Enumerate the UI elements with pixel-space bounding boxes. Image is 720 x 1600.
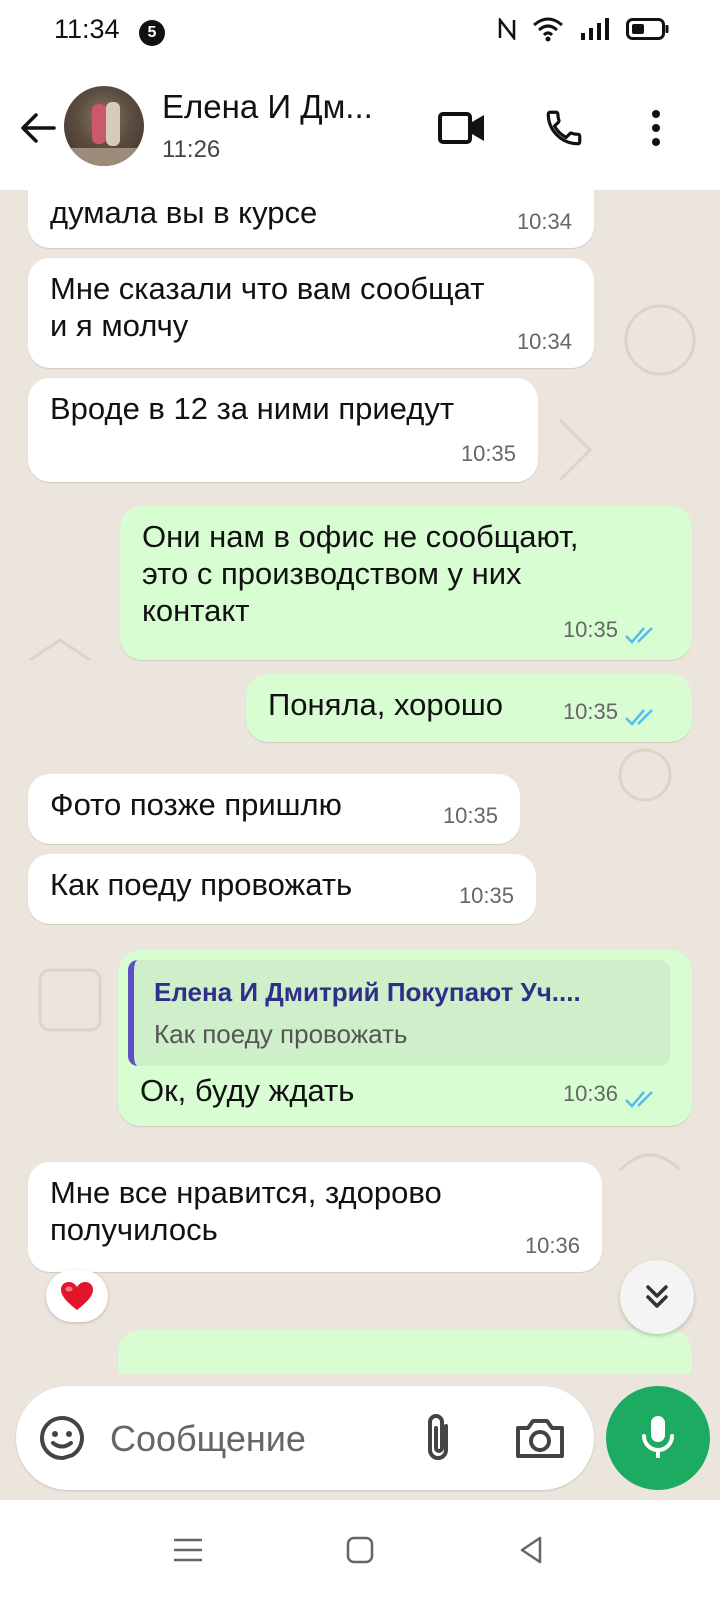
heart-emoji <box>61 1282 93 1310</box>
message-text: Мне сказали что вам сообщат и я молчу <box>50 271 485 343</box>
message-time: 10:34 <box>516 209 572 234</box>
chat-header: Елена И Дм... 11:26 <box>0 66 720 191</box>
camera-icon[interactable] <box>512 1412 568 1464</box>
message-text: Мне все нравится, здорово получилось <box>50 1175 442 1247</box>
status-icons <box>498 16 670 42</box>
message-time: 10:35 <box>442 803 498 828</box>
notification-badge: 5 <box>139 20 165 46</box>
more-options-button[interactable] <box>630 102 682 154</box>
message-time: 10:36 <box>562 1081 618 1106</box>
message-text: Как поеду провожать <box>50 867 353 902</box>
message-text: думала вы в курсе <box>50 195 318 230</box>
message-bubble-incoming[interactable]: Фото позже пришлю 10:35 <box>28 774 520 844</box>
status-bar: 11:34 5 <box>0 0 720 66</box>
last-seen: 11:26 <box>162 136 221 163</box>
paperclip-icon[interactable] <box>416 1410 460 1466</box>
message-time: 10:35 <box>458 883 514 908</box>
phone-icon <box>546 110 582 146</box>
voice-call-button[interactable] <box>538 102 590 154</box>
message-reaction[interactable] <box>46 1270 108 1322</box>
double-check-icon <box>625 709 653 726</box>
message-bubble-outgoing-partial[interactable] <box>118 1330 692 1374</box>
double-check-icon <box>625 627 653 644</box>
double-check-icon <box>625 1091 653 1108</box>
battery-icon <box>626 18 669 40</box>
message-bubble-outgoing[interactable]: Поняла, хорошо 10:35 <box>246 674 692 742</box>
message-input[interactable] <box>108 1410 392 1468</box>
more-vert-icon <box>652 110 660 146</box>
wifi-icon <box>533 17 563 42</box>
back-arrow-icon[interactable] <box>16 106 60 150</box>
message-bubble-incoming[interactable]: Мне все нравится, здорово получилось 10:… <box>28 1162 602 1272</box>
message-time: 10:35 <box>562 699 618 724</box>
chevron-double-down-icon <box>646 1285 668 1308</box>
voice-record-button[interactable] <box>606 1386 710 1490</box>
message-bubble-incoming[interactable]: думала вы в курсе 10:34 <box>28 190 594 248</box>
recents-icon[interactable] <box>168 1530 208 1570</box>
sticker-icon[interactable] <box>36 1412 88 1464</box>
message-bubble-outgoing[interactable]: Они нам в офис не сообщают, это с произв… <box>120 506 692 660</box>
back-nav-icon[interactable] <box>512 1530 552 1570</box>
message-text: Ок, буду ждать <box>140 1073 355 1108</box>
status-time: 11:34 <box>54 14 120 44</box>
signal-icon <box>581 18 609 40</box>
message-bubble-outgoing[interactable]: Елена И Дмитрий Покупают Уч.... Как поед… <box>118 950 692 1126</box>
message-time: 10:35 <box>562 617 618 642</box>
video-call-button[interactable] <box>436 102 488 154</box>
quoted-text: Как поеду провожать <box>154 1019 408 1049</box>
system-nav-bar <box>0 1500 720 1600</box>
message-text: Фото позже пришлю <box>50 787 342 822</box>
composer <box>16 1386 594 1490</box>
message-text: Вроде в 12 за ними приедут <box>50 391 455 426</box>
mic-icon <box>642 1416 674 1458</box>
message-bubble-incoming[interactable]: Как поеду провожать 10:35 <box>28 854 536 924</box>
message-time: 10:35 <box>460 441 516 466</box>
video-call-icon <box>438 112 484 144</box>
message-time: 10:34 <box>516 329 572 354</box>
contact-name[interactable]: Елена И Дм... <box>162 88 373 126</box>
quoted-message[interactable]: Елена И Дмитрий Покупают Уч.... Как поед… <box>128 960 670 1066</box>
nfc-icon <box>498 18 516 40</box>
avatar[interactable] <box>64 86 144 166</box>
message-text: Поняла, хорошо <box>268 687 503 722</box>
message-text: Они нам в офис не сообщают, это с произв… <box>142 519 579 628</box>
message-list[interactable]: думала вы в курсе 10:34 Мне сказали что … <box>0 190 720 1374</box>
message-time: 10:36 <box>524 1233 580 1258</box>
message-bubble-incoming[interactable]: Мне сказали что вам сообщат и я молчу 10… <box>28 258 594 368</box>
quoted-author: Елена И Дмитрий Покупают Уч.... <box>154 977 581 1007</box>
scroll-to-bottom-button[interactable] <box>620 1260 694 1334</box>
home-icon[interactable] <box>340 1530 380 1570</box>
message-bubble-incoming[interactable]: Вроде в 12 за ними приедут 10:35 <box>28 378 538 482</box>
